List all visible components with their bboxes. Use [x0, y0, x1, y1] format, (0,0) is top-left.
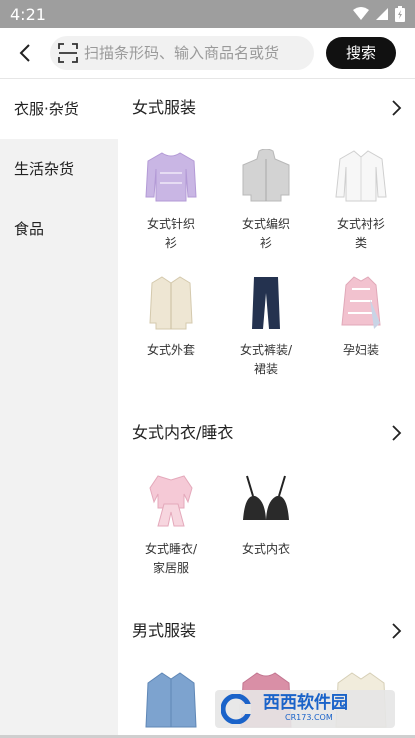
watermark-name: 西西软件园	[263, 693, 348, 713]
section-header-mens-clothing[interactable]: 男式服装	[132, 619, 402, 643]
watermark-url: CR173.COM	[285, 713, 333, 722]
product-label: 女式睡衣/家居服	[144, 542, 198, 575]
signal-icon	[376, 8, 388, 20]
pajamas-pink-icon	[149, 475, 193, 527]
trousers-navy-icon	[252, 277, 280, 329]
barcode-scan-icon[interactable]	[58, 43, 78, 63]
back-arrow-icon[interactable]	[14, 41, 36, 65]
coat-beige-icon	[149, 276, 193, 330]
product-label: 女式裤装/裙装	[239, 343, 293, 376]
shirt-blue-icon	[145, 672, 197, 728]
status-icons	[353, 6, 405, 22]
status-bar: 4:21	[0, 0, 415, 28]
product-category-item[interactable]: 女式睡衣/家居服	[126, 474, 216, 578]
shirt-white-icon	[335, 150, 387, 202]
chevron-right-icon[interactable]	[390, 99, 402, 117]
product-label: 孕妇装	[342, 343, 379, 357]
chevron-right-icon[interactable]	[390, 622, 402, 640]
category-content: 女式服装 女式针织衫 女式编织衫 女式衬衫类 女式外套 女式裤装/ 裙装 孕妇装…	[118, 79, 415, 738]
sidebar-item-clothing[interactable]: 衣服·杂货	[0, 79, 118, 139]
product-category-item[interactable]: 女式裤装/裙装	[221, 275, 311, 379]
product-category-item[interactable]: 女式外套	[126, 275, 216, 360]
search-input[interactable]	[84, 36, 310, 70]
section-title: 男式服装	[132, 621, 197, 640]
sidebar-item-living[interactable]: 生活杂货	[0, 139, 118, 199]
sweater-lilac-icon	[145, 152, 197, 202]
wifi-icon	[353, 7, 369, 20]
section-title: 女式内衣/睡衣	[132, 423, 234, 442]
product-category-item[interactable]: 女式针织衫	[126, 149, 216, 253]
watermark-c-icon	[221, 694, 251, 724]
product-category-item[interactable]	[126, 671, 216, 731]
product-label: 女式针织衫	[146, 217, 195, 250]
status-time: 4:21	[10, 5, 46, 24]
battery-icon	[395, 6, 405, 22]
search-box[interactable]	[50, 36, 314, 70]
product-label: 女式内衣	[241, 542, 290, 556]
hoodie-grey-icon	[242, 149, 290, 202]
product-category-item[interactable]: 女式内衣	[221, 474, 311, 559]
search-header: 搜索	[0, 28, 415, 79]
section-header-womens-underwear[interactable]: 女式内衣/睡衣	[132, 421, 402, 445]
sidebar-item-food[interactable]: 食品	[0, 199, 118, 259]
category-sidebar: 衣服·杂货 生活杂货 食品	[0, 79, 118, 738]
maternity-dress-icon	[341, 276, 381, 329]
bra-black-icon	[243, 475, 289, 520]
product-label: 女式外套	[146, 343, 195, 357]
product-category-item[interactable]: 孕妇装	[316, 275, 406, 360]
product-label: 女式编织衫	[241, 217, 290, 250]
section-title: 女式服装	[132, 98, 197, 117]
chevron-right-icon[interactable]	[390, 424, 402, 442]
product-label: 女式衬衫类	[336, 217, 385, 250]
product-category-item[interactable]: 女式衬衫类	[316, 149, 406, 253]
section-header-womens-clothing[interactable]: 女式服装	[132, 96, 402, 120]
product-category-item[interactable]: 女式编织衫	[221, 149, 311, 253]
watermark-logo: 西西软件园 CR173.COM	[215, 690, 395, 728]
search-button[interactable]: 搜索	[326, 37, 396, 69]
